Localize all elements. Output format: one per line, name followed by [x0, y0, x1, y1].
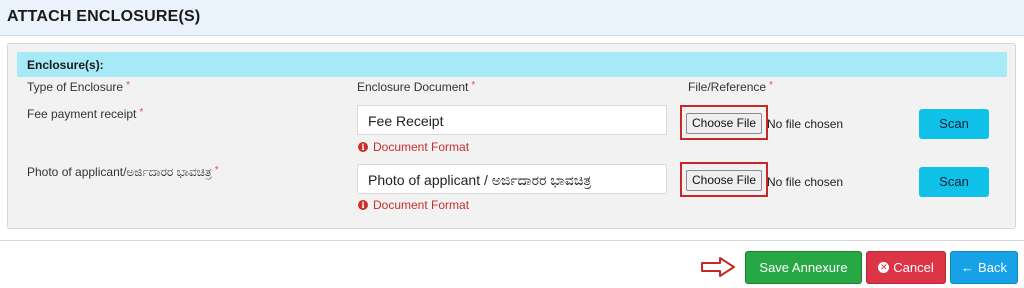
- required-marker: *: [214, 165, 219, 176]
- file-input-highlight: Choose File: [680, 105, 768, 140]
- scan-button[interactable]: Scan: [919, 167, 989, 197]
- enclosure-row-label: Photo of applicant/ಅರ್ಜಿದಾರರ ಭಾವಚಿತ್ರ *: [27, 165, 219, 180]
- cancel-label: Cancel: [893, 260, 934, 275]
- save-annexure-button[interactable]: Save Annexure: [745, 251, 862, 284]
- arrow-left-icon: ←: [961, 260, 975, 275]
- footer-divider: [0, 240, 1024, 241]
- document-format-link[interactable]: i Document Format: [358, 140, 469, 154]
- page-title: ATTACH ENCLOSURE(S): [7, 8, 201, 25]
- file-status: No file chosen: [767, 117, 844, 131]
- page-header: ATTACH ENCLOSURE(S): [0, 0, 1024, 36]
- cancel-button[interactable]: ✕ Cancel: [866, 251, 946, 284]
- column-header-file-label: File/Reference: [688, 80, 767, 94]
- info-circle-icon: i: [358, 142, 368, 152]
- file-input-highlight: Choose File: [680, 162, 768, 197]
- required-marker: *: [126, 80, 130, 91]
- enclosure-document-field[interactable]: Fee Receipt: [357, 105, 667, 135]
- column-header-file: File/Reference *: [688, 80, 773, 94]
- back-button[interactable]: ← Back: [950, 251, 1018, 284]
- choose-file-button[interactable]: Choose File: [686, 170, 762, 191]
- document-format-label: Document Format: [373, 140, 470, 154]
- panel-header: Enclosure(s):: [17, 52, 1007, 77]
- back-label: Back: [978, 260, 1007, 275]
- choose-file-button[interactable]: Choose File: [686, 113, 762, 134]
- document-format-label: Document Format: [373, 198, 470, 212]
- column-header-document-label: Enclosure Document: [357, 80, 469, 94]
- required-marker: *: [139, 107, 144, 118]
- column-header-type: Type of Enclosure *: [27, 80, 130, 94]
- enclosure-type-label: Fee payment receipt: [27, 107, 137, 121]
- document-format-link[interactable]: i Document Format: [358, 198, 469, 212]
- panel-title: Enclosure(s):: [27, 58, 104, 72]
- info-circle-icon: i: [358, 200, 368, 210]
- column-header-document: Enclosure Document *: [357, 80, 475, 94]
- enclosure-row-label: Fee payment receipt *: [27, 107, 143, 121]
- required-marker: *: [769, 80, 773, 91]
- right-arrow-outline-icon: [701, 257, 735, 277]
- enclosure-type-label: Photo of applicant/ಅರ್ಜಿದಾರರ ಭಾವಚಿತ್ರ: [27, 165, 212, 179]
- times-circle-icon: ✕: [878, 262, 890, 274]
- file-status: No file chosen: [767, 175, 844, 189]
- enclosures-panel: Enclosure(s): Type of Enclosure * Enclosu…: [7, 43, 1016, 229]
- enclosure-document-field[interactable]: Photo of applicant / ಅರ್ಜಿದಾರರ ಭಾವಚಿತ್ರ: [357, 164, 667, 194]
- required-marker: *: [471, 80, 476, 91]
- column-header-type-label: Type of Enclosure: [27, 80, 124, 94]
- scan-button[interactable]: Scan: [919, 109, 989, 139]
